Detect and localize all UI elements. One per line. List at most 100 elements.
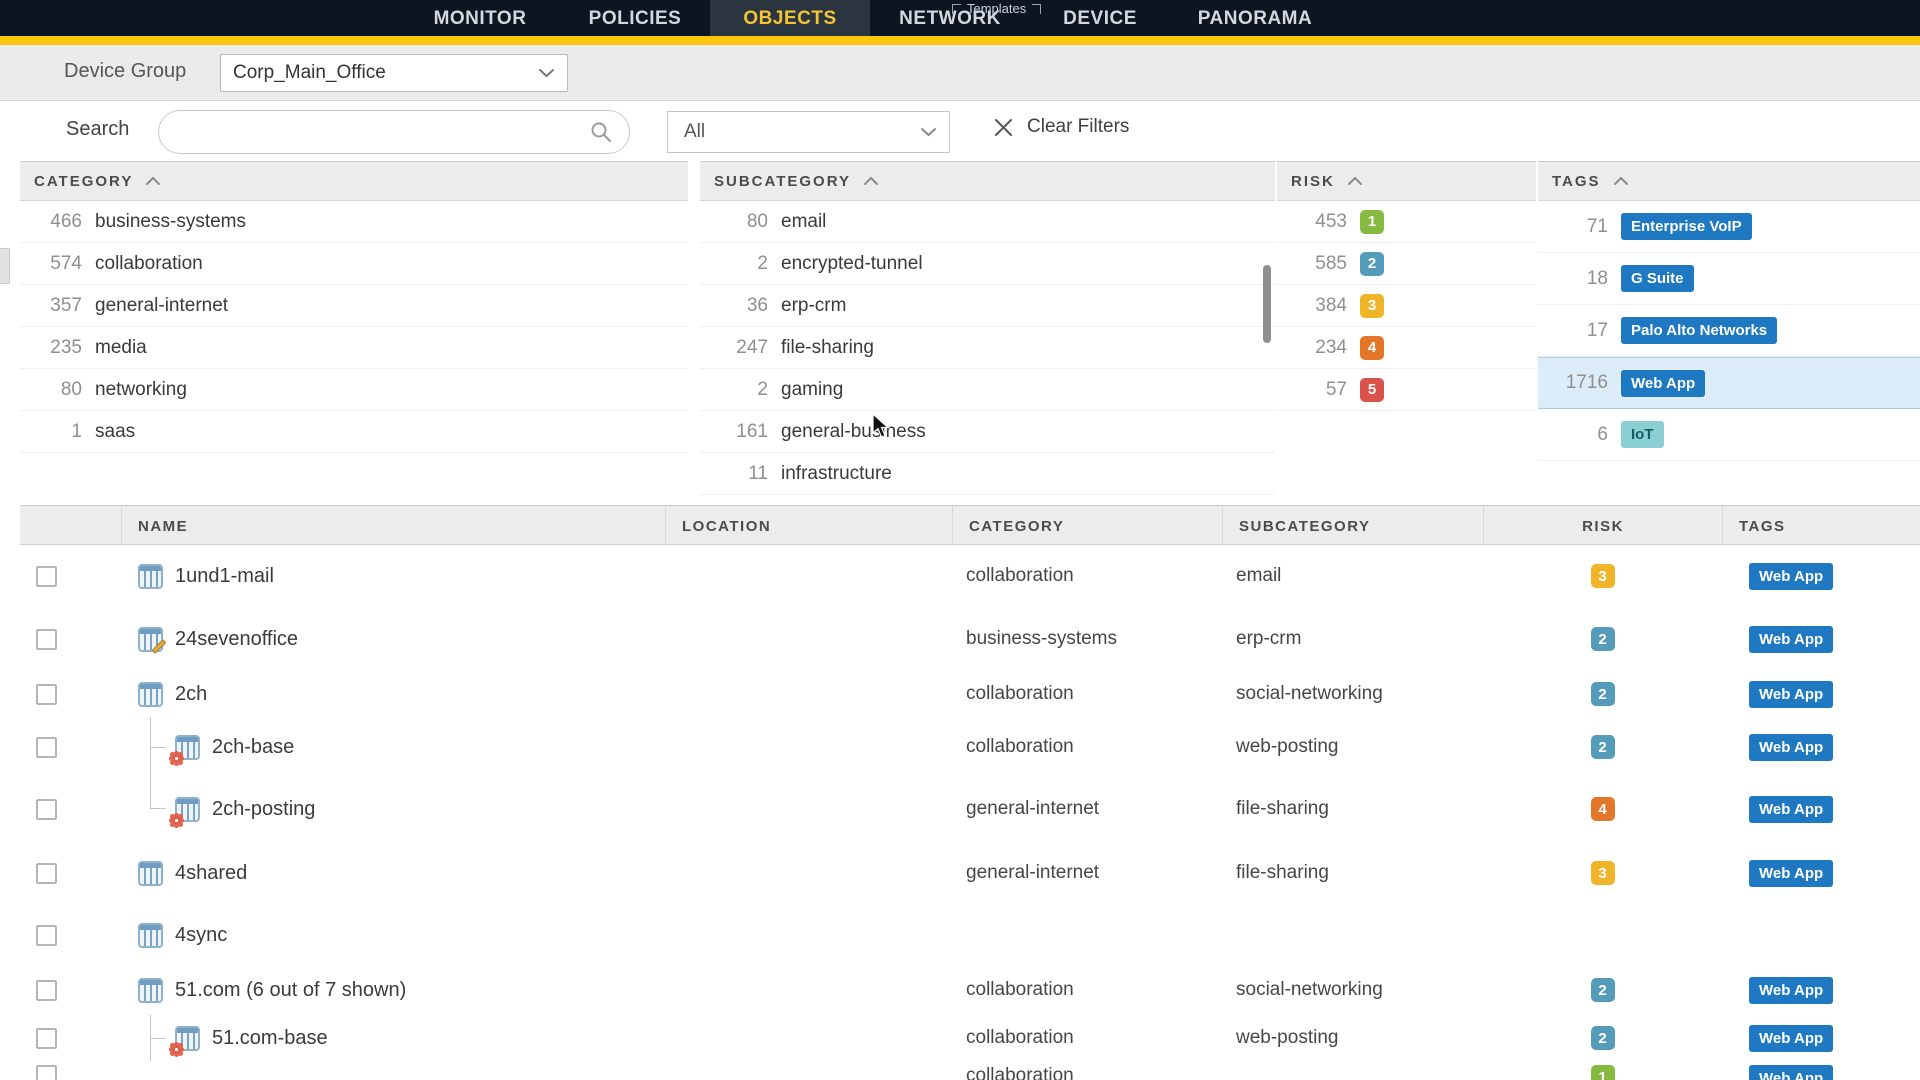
tags-filter-title: TAGS bbox=[1552, 173, 1601, 190]
bracket-left-icon bbox=[952, 4, 961, 14]
app-name-link[interactable]: 51.com-base bbox=[212, 1027, 328, 1050]
risk-badge-5: 5 bbox=[1360, 378, 1384, 402]
filter-count: 585 bbox=[1277, 253, 1347, 275]
app-name-link[interactable]: 4shared bbox=[175, 862, 247, 885]
category-filter-item[interactable]: 1saas bbox=[20, 411, 688, 453]
row-checkbox[interactable] bbox=[36, 566, 57, 587]
clear-filters-button[interactable]: Clear Filters bbox=[993, 116, 1129, 138]
subcategory-filter-item[interactable]: 2encrypted-tunnel bbox=[700, 243, 1275, 285]
app-child-icon bbox=[175, 1026, 200, 1051]
column-header-category[interactable]: CATEGORY bbox=[952, 506, 1222, 546]
category-filter-item[interactable]: 235media bbox=[20, 327, 688, 369]
filter-count: 57 bbox=[1277, 379, 1347, 401]
app-child-icon bbox=[175, 735, 200, 760]
app-name-link[interactable]: 2ch bbox=[175, 683, 207, 706]
column-header-risk[interactable]: RISK bbox=[1483, 506, 1722, 546]
row-checkbox[interactable] bbox=[36, 629, 57, 650]
table-row[interactable]: 1und1-mailcollaborationemail3Web App bbox=[20, 545, 1920, 607]
row-checkbox[interactable] bbox=[36, 1028, 57, 1049]
table-row[interactable]: 51.com-basecollaborationweb-posting2Web … bbox=[20, 1015, 1920, 1061]
column-header-tags[interactable]: TAGS bbox=[1722, 506, 1920, 546]
risk-filter-header[interactable]: RISK bbox=[1277, 161, 1536, 201]
tab-monitor[interactable]: MONITOR bbox=[400, 0, 560, 36]
filter-scope-value: All bbox=[684, 121, 705, 143]
tab-panorama[interactable]: PANORAMA bbox=[1170, 0, 1340, 36]
row-checkbox[interactable] bbox=[36, 1065, 57, 1080]
device-group-label: Device Group bbox=[64, 60, 186, 83]
risk-filter-item[interactable]: 5852 bbox=[1277, 243, 1536, 285]
table-row[interactable]: 24sevenofficebusiness-systemserp-crm2Web… bbox=[20, 607, 1920, 671]
risk-filter-item[interactable]: 3843 bbox=[1277, 285, 1536, 327]
column-header-location[interactable]: LOCATION bbox=[665, 506, 952, 546]
app-name-link[interactable]: 24sevenoffice bbox=[175, 628, 298, 651]
risk-filter-item[interactable]: 57 5 bbox=[1277, 369, 1536, 411]
app-name-link[interactable]: 51.com (6 out of 7 shown) bbox=[175, 979, 406, 1002]
category-cell: general-internet bbox=[952, 798, 1222, 820]
app-name-link[interactable]: 2ch-base bbox=[212, 736, 294, 759]
table-row[interactable]: 2ch-basecollaborationweb-posting2Web App bbox=[20, 717, 1920, 777]
tags-filter-item[interactable]: 71Enterprise VoIP bbox=[1538, 201, 1920, 253]
app-name-link[interactable]: 1und1-mail bbox=[175, 565, 274, 588]
filter-count: 2 bbox=[700, 379, 768, 401]
row-checkbox[interactable] bbox=[36, 799, 57, 820]
tags-filter-item[interactable]: 6IoT bbox=[1538, 409, 1920, 461]
tab-policies[interactable]: POLICIES bbox=[560, 0, 710, 36]
tree-connector bbox=[150, 777, 166, 809]
row-checkbox[interactable] bbox=[36, 925, 57, 946]
risk-badge-3: 3 bbox=[1360, 294, 1384, 318]
risk-cell: 2 bbox=[1591, 735, 1615, 759]
filter-scope-select[interactable]: All bbox=[667, 111, 950, 153]
tab-objects[interactable]: OBJECTS bbox=[710, 0, 870, 36]
search-box[interactable] bbox=[158, 110, 630, 154]
tab-device[interactable]: DEVICE bbox=[1030, 0, 1170, 36]
subcategory-filter-item[interactable]: 247file-sharing bbox=[700, 327, 1275, 369]
table-row[interactable]: 51.com (6 out of 7 shown)collaborationso… bbox=[20, 965, 1920, 1015]
column-header-name[interactable]: NAME bbox=[121, 506, 665, 546]
category-filter-item[interactable]: 80networking bbox=[20, 369, 688, 411]
table-row[interactable]: 2chcollaborationsocial-networking2Web Ap… bbox=[20, 671, 1920, 717]
subcategory-filter-header[interactable]: SUBCATEGORY bbox=[700, 161, 1275, 201]
tags-cell: Web App bbox=[1722, 734, 1920, 761]
filter-count: 17 bbox=[1538, 320, 1608, 342]
risk-filter-panel: RISK 4531585238432344 57 5 bbox=[1277, 161, 1536, 411]
category-filter-item[interactable]: 466business-systems bbox=[20, 201, 688, 243]
tags-filter-item[interactable]: 18G Suite bbox=[1538, 253, 1920, 305]
category-filter-item[interactable]: 574collaboration bbox=[20, 243, 688, 285]
row-checkbox[interactable] bbox=[36, 684, 57, 705]
left-panel-handle[interactable] bbox=[0, 248, 10, 284]
device-group-select[interactable]: Corp_Main_Office bbox=[220, 54, 568, 92]
row-checkbox[interactable] bbox=[36, 737, 57, 758]
filter-count: 2 bbox=[700, 253, 768, 275]
subcategory-filter-item[interactable]: 80email bbox=[700, 201, 1275, 243]
category-filter-item[interactable]: 357general-internet bbox=[20, 285, 688, 327]
table-row[interactable]: 4sharedgeneral-internetfile-sharing3Web … bbox=[20, 841, 1920, 905]
search-input[interactable] bbox=[179, 122, 589, 143]
nav-tabs: MONITORPOLICIESOBJECTSNETWORKDEVICEPANOR… bbox=[400, 0, 1340, 36]
category-filter-header[interactable]: CATEGORY bbox=[20, 161, 688, 201]
risk-cell: 2 bbox=[1591, 627, 1615, 651]
subcategory-filter-item[interactable]: 11infrastructure bbox=[700, 453, 1275, 495]
subcategory-filter-item[interactable]: 36erp-crm bbox=[700, 285, 1275, 327]
table-row[interactable]: collaboration1Web App bbox=[20, 1061, 1920, 1080]
tags-filter-header[interactable]: TAGS bbox=[1538, 161, 1920, 201]
risk-badge-4: 4 bbox=[1360, 336, 1384, 360]
tags-filter-list: 71Enterprise VoIP18G Suite17Palo Alto Ne… bbox=[1538, 201, 1920, 461]
name-cell: 2ch-base bbox=[121, 717, 665, 777]
table-row[interactable]: 4sync bbox=[20, 905, 1920, 965]
app-name-link[interactable]: 2ch-posting bbox=[212, 798, 315, 821]
column-header-subcategory[interactable]: SUBCATEGORY bbox=[1222, 506, 1483, 546]
tag-chip: Web App bbox=[1749, 1065, 1833, 1080]
app-name-link[interactable]: 4sync bbox=[175, 924, 227, 947]
row-checkbox[interactable] bbox=[36, 863, 57, 884]
risk-filter-item[interactable]: 2344 bbox=[1277, 327, 1536, 369]
row-checkbox[interactable] bbox=[36, 980, 57, 1001]
tags-filter-item[interactable]: 17Palo Alto Networks bbox=[1538, 305, 1920, 357]
tags-filter-item[interactable]: 1716Web App bbox=[1538, 357, 1920, 409]
subcategory-filter-item[interactable]: 161general-business bbox=[700, 411, 1275, 453]
gear-icon bbox=[171, 753, 182, 764]
risk-filter-item[interactable]: 4531 bbox=[1277, 201, 1536, 243]
filter-count: 357 bbox=[20, 295, 82, 317]
subcategory-filter-item[interactable]: 2gaming bbox=[700, 369, 1275, 411]
table-row[interactable]: 2ch-postinggeneral-internetfile-sharing4… bbox=[20, 777, 1920, 841]
subcategory-scrollbar-thumb[interactable] bbox=[1263, 265, 1271, 343]
